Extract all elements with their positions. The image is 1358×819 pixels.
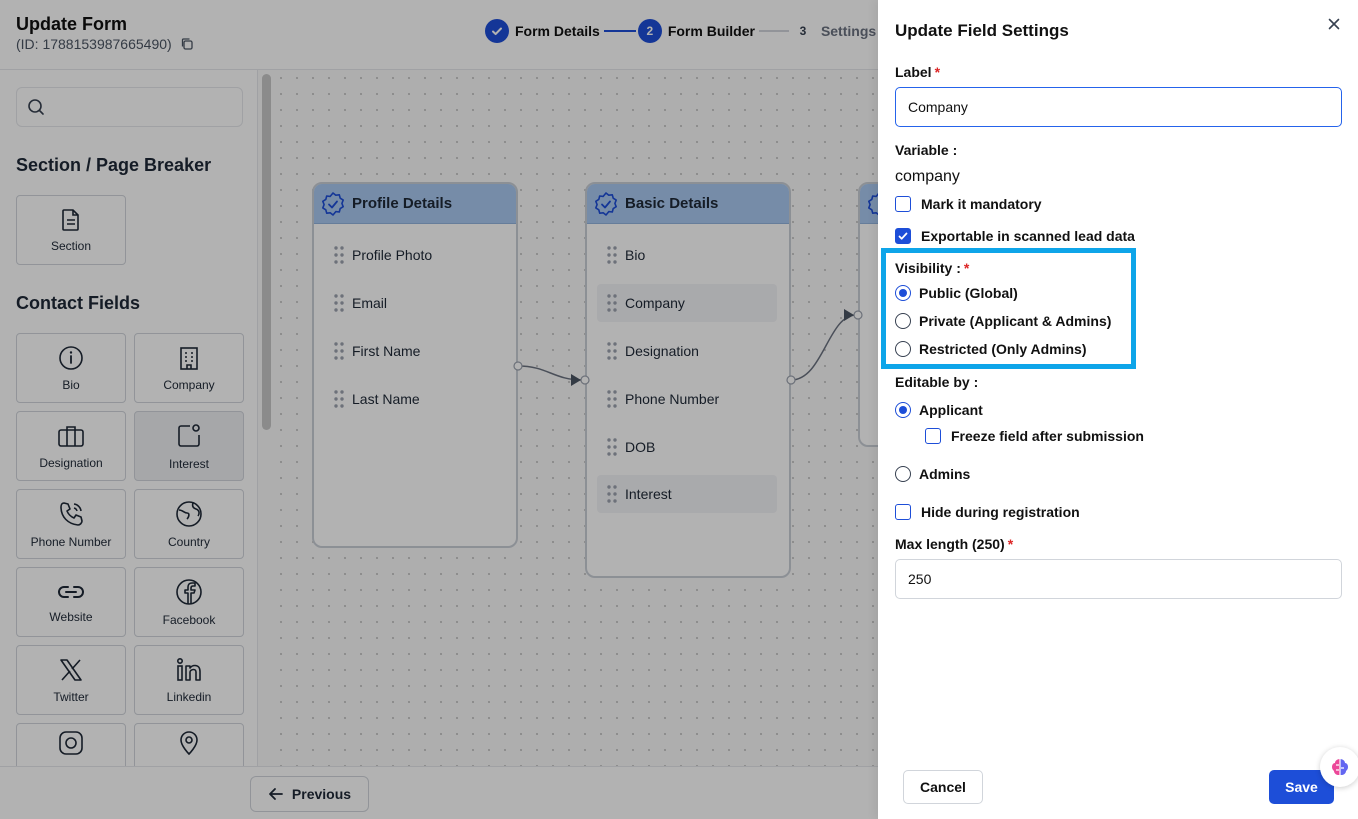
label-input[interactable] (895, 87, 1342, 127)
label-field-label: Label * (895, 64, 940, 80)
mark-mandatory-checkbox-row[interactable]: Mark it mandatory (895, 196, 1042, 212)
radio-label: Restricted (Only Admins) (919, 341, 1087, 357)
required-mark: * (1007, 536, 1014, 552)
freeze-field-checkbox[interactable] (925, 428, 941, 444)
checkbox-label: Exportable in scanned lead data (921, 228, 1135, 244)
label-text: Label (895, 64, 932, 80)
max-length-label: Max length (250) * (895, 536, 1013, 552)
freeze-field-checkbox-row[interactable]: Freeze field after submission (925, 428, 1144, 444)
required-mark: * (963, 260, 970, 276)
modal-backdrop[interactable] (0, 0, 878, 819)
radio-button[interactable] (895, 466, 911, 482)
check-icon (898, 232, 908, 240)
variable-label: Variable : (895, 142, 958, 158)
editable-option-admins[interactable]: Admins (895, 466, 970, 482)
visibility-option-private[interactable]: Private (Applicant & Admins) (895, 313, 1111, 329)
editable-by-label: Editable by : (895, 374, 979, 390)
radio-button[interactable] (895, 285, 911, 301)
close-button[interactable] (1324, 14, 1344, 34)
brain-icon (1332, 759, 1348, 775)
hide-registration-checkbox[interactable] (895, 504, 911, 520)
radio-label: Admins (919, 466, 971, 482)
radio-label: Public (Global) (919, 285, 1018, 301)
exportable-checkbox-row[interactable]: Exportable in scanned lead data (895, 228, 1135, 244)
variable-value: company (895, 168, 960, 185)
label-text: Max length (250) (895, 536, 1005, 552)
max-length-input[interactable] (895, 559, 1342, 599)
exportable-checkbox[interactable] (895, 228, 911, 244)
checkbox-label: Freeze field after submission (951, 428, 1144, 444)
ai-assistant-button[interactable] (1320, 747, 1358, 787)
close-icon (1328, 18, 1340, 30)
label-text: Visibility : (895, 260, 961, 276)
checkbox-label: Hide during registration (921, 504, 1080, 520)
checkbox-label: Mark it mandatory (921, 196, 1042, 212)
visibility-label: Visibility : * (895, 260, 969, 276)
drawer-title: Update Field Settings (895, 21, 1069, 40)
radio-label: Applicant (919, 402, 983, 418)
radio-label: Private (Applicant & Admins) (919, 313, 1112, 329)
field-settings-drawer: Update Field Settings Label* Variable : … (878, 0, 1358, 819)
required-mark: * (934, 64, 941, 80)
radio-button[interactable] (895, 313, 911, 329)
cancel-button[interactable]: Cancel (903, 770, 983, 804)
editable-option-applicant[interactable]: Applicant (895, 402, 983, 418)
radio-button[interactable] (895, 402, 911, 418)
visibility-option-public[interactable]: Public (Global) (895, 285, 1018, 301)
mark-mandatory-checkbox[interactable] (895, 196, 911, 212)
hide-registration-checkbox-row[interactable]: Hide during registration (895, 504, 1080, 520)
visibility-option-restricted[interactable]: Restricted (Only Admins) (895, 341, 1087, 357)
radio-button[interactable] (895, 341, 911, 357)
